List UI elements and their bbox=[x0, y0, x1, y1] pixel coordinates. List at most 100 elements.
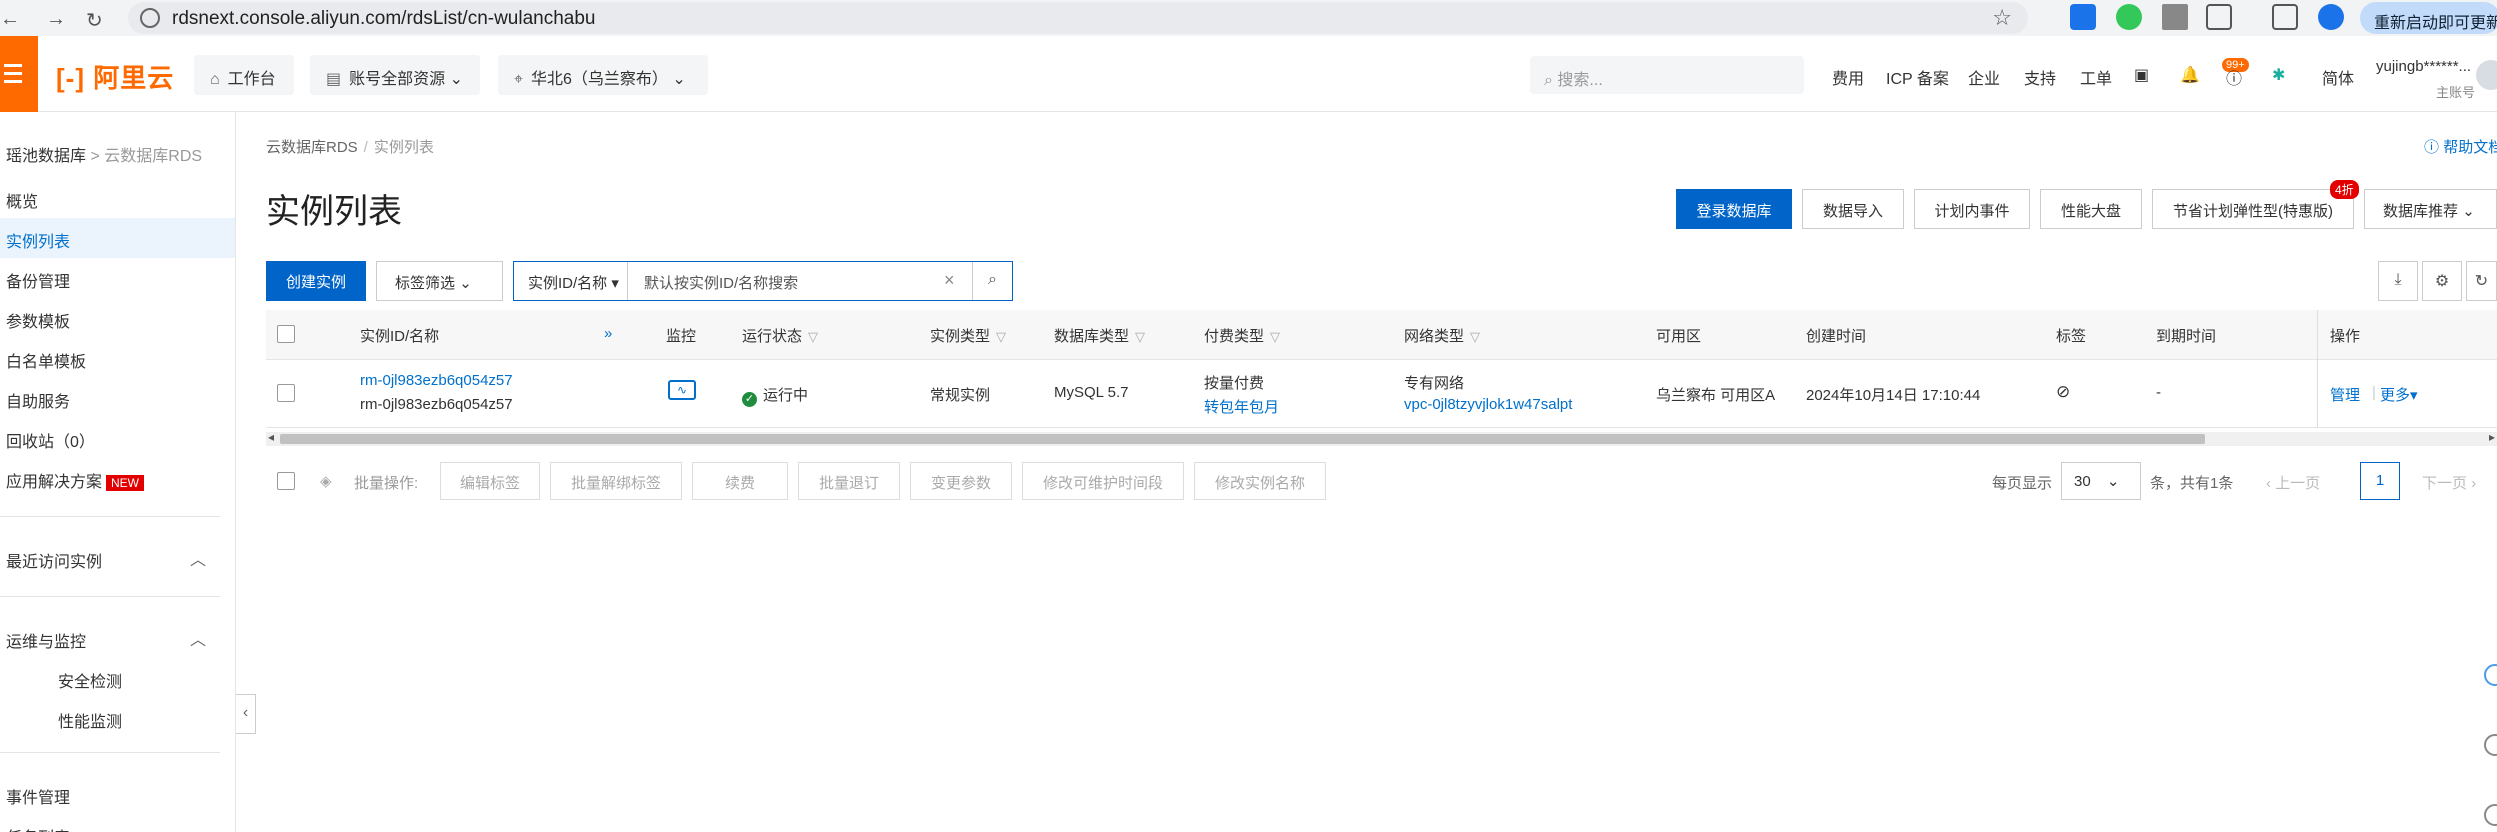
global-search-input[interactable]: ⌕ 搜索... bbox=[1530, 56, 1804, 94]
db-recommend-button[interactable]: 数据库推荐 ⌄ bbox=[2364, 189, 2497, 229]
batch-maint-window-button[interactable]: 修改可维护时间段 bbox=[1022, 462, 1184, 500]
batch-renew-button[interactable]: 续费 bbox=[692, 462, 788, 500]
sidebar-collapse-button[interactable]: ‹ bbox=[236, 694, 256, 734]
download-ext-icon[interactable] bbox=[2070, 4, 2096, 30]
address-bar[interactable]: rdsnext.console.aliyun.com/rdsList/cn-wu… bbox=[128, 2, 2028, 34]
scroll-right-icon[interactable]: ▸ bbox=[2489, 430, 2495, 444]
extension-icon[interactable] bbox=[2116, 4, 2142, 30]
download-icon[interactable]: ⤓ bbox=[2378, 261, 2418, 301]
sidebar-item-backup[interactable]: 备份管理 bbox=[6, 268, 70, 292]
workbench-button[interactable]: ⌂ 工作台 bbox=[194, 55, 294, 95]
batch-select-checkbox[interactable] bbox=[277, 472, 295, 490]
assistant-icon[interactable]: ✱ bbox=[2272, 65, 2285, 85]
tag-filter-select[interactable]: 标签筛选 ⌄ bbox=[376, 261, 503, 301]
cart-float-icon[interactable] bbox=[2484, 804, 2497, 826]
search-field-select[interactable]: 实例ID/名称 ▾ bbox=[514, 262, 628, 300]
browser-update-button[interactable]: 重新启动即可更新 bbox=[2360, 2, 2497, 34]
assistant-float-icon[interactable] bbox=[2484, 664, 2497, 686]
extension-v-icon[interactable] bbox=[2162, 4, 2188, 30]
data-import-button[interactable]: 数据导入 bbox=[1802, 189, 1904, 229]
back-icon[interactable]: ← bbox=[0, 8, 20, 31]
next-page-button[interactable]: 下一页 › bbox=[2422, 472, 2476, 493]
batch-change-params-button[interactable]: 变更参数 bbox=[910, 462, 1012, 500]
refresh-icon[interactable]: ↻ bbox=[2466, 261, 2497, 301]
col-network[interactable]: 网络类型 ▽ bbox=[1404, 325, 1480, 346]
col-status[interactable]: 运行状态 ▽ bbox=[742, 325, 818, 346]
sidebar-item-tasks[interactable]: 任务列表 bbox=[6, 824, 70, 832]
filter-icon[interactable]: ▽ bbox=[1135, 329, 1145, 344]
search-button[interactable]: ⌕ bbox=[972, 262, 1012, 300]
savings-plan-button[interactable]: 节省计划弹性型(特惠版) bbox=[2152, 189, 2354, 229]
filter-icon[interactable]: ▽ bbox=[808, 329, 818, 344]
sidebar-item-security-check[interactable]: 安全检测 bbox=[58, 668, 122, 692]
expand-columns-icon[interactable]: » bbox=[604, 325, 612, 342]
create-instance-button[interactable]: 创建实例 bbox=[266, 261, 366, 301]
clear-icon[interactable]: × bbox=[944, 270, 955, 291]
more-actions-link[interactable]: 更多▾ bbox=[2380, 384, 2418, 405]
per-page-select[interactable]: 30 ⌄ bbox=[2061, 462, 2141, 500]
sidebar-item-recycle-bin[interactable]: 回收站（0） bbox=[6, 428, 95, 452]
filter-icon[interactable]: ▽ bbox=[1270, 329, 1280, 344]
row-checkbox[interactable] bbox=[277, 384, 295, 402]
topnav-link-support[interactable]: 支持 bbox=[2024, 65, 2056, 89]
sidebar-item-whitelist-templates[interactable]: 白名单模板 bbox=[6, 348, 86, 372]
batch-unbind-tags-button[interactable]: 批量解绑标签 bbox=[550, 462, 682, 500]
profile-icon[interactable] bbox=[2318, 4, 2344, 30]
vpc-link[interactable]: vpc-0jl8tzyvjlok1w47salpt bbox=[1404, 396, 1572, 413]
chevron-up-icon[interactable]: ︿ bbox=[190, 626, 206, 650]
help-icon[interactable]: ⓘ bbox=[2226, 65, 2242, 89]
col-db-type[interactable]: 数据库类型 ▽ bbox=[1054, 325, 1145, 346]
topnav-link-enterprise[interactable]: 企业 bbox=[1968, 65, 2000, 89]
batch-edit-tags-button[interactable]: 编辑标签 bbox=[440, 462, 540, 500]
convert-subscription-link[interactable]: 转包年包月 bbox=[1204, 396, 1279, 417]
extensions-puzzle-icon[interactable] bbox=[2206, 4, 2232, 30]
aliyun-logo[interactable]: [-] 阿里云 bbox=[56, 58, 174, 95]
login-db-button[interactable]: 登录数据库 bbox=[1676, 189, 1792, 229]
tag-icon[interactable]: ⊘ bbox=[2056, 382, 2070, 402]
downloads-icon[interactable] bbox=[2272, 4, 2298, 30]
prev-page-button[interactable]: ‹ 上一页 bbox=[2266, 472, 2320, 493]
topnav-link-ticket[interactable]: 工单 bbox=[2080, 65, 2112, 89]
scroll-left-icon[interactable]: ◂ bbox=[268, 430, 274, 444]
filter-icon[interactable]: ▽ bbox=[996, 329, 1006, 344]
gear-icon[interactable]: ⚙ bbox=[2422, 261, 2462, 301]
page-1-button[interactable]: 1 bbox=[2360, 462, 2400, 500]
menu-icon[interactable] bbox=[0, 36, 38, 112]
bell-icon[interactable]: 🔔 bbox=[2180, 65, 2200, 85]
planned-events-button[interactable]: 计划内事件 bbox=[1914, 189, 2030, 229]
chevron-up-icon[interactable]: ︿ bbox=[190, 546, 206, 570]
user-name[interactable]: yujingb******... bbox=[2376, 58, 2471, 75]
topnav-link-fees[interactable]: 费用 bbox=[1832, 65, 1864, 89]
terminal-icon[interactable]: ▣ bbox=[2134, 65, 2149, 85]
sidebar-item-param-templates[interactable]: 参数模板 bbox=[6, 308, 70, 332]
sidebar-section-recent[interactable]: 最近访问实例 bbox=[6, 548, 102, 572]
topnav-link-icp[interactable]: ICP 备案 bbox=[1886, 65, 1949, 89]
sidebar-item-overview[interactable]: 概览 bbox=[6, 188, 38, 212]
instance-search-input[interactable]: 默认按实例ID/名称搜索 bbox=[644, 272, 798, 293]
feedback-float-icon[interactable] bbox=[2484, 734, 2497, 756]
manage-link[interactable]: 管理 bbox=[2330, 384, 2360, 405]
site-info-icon[interactable] bbox=[140, 8, 160, 28]
col-instance-type[interactable]: 实例类型 ▽ bbox=[930, 325, 1006, 346]
bookmark-star-icon[interactable]: ☆ bbox=[1992, 5, 2012, 31]
sidebar-item-instance-list[interactable]: 实例列表 bbox=[0, 218, 235, 258]
sidebar-section-ops[interactable]: 运维与监控 bbox=[6, 628, 86, 652]
sidebar-item-self-service[interactable]: 自助服务 bbox=[6, 388, 70, 412]
batch-unsubscribe-button[interactable]: 批量退订 bbox=[798, 462, 900, 500]
filter-icon[interactable]: ▽ bbox=[1470, 329, 1480, 344]
monitor-chart-icon[interactable]: ∿ bbox=[668, 380, 696, 400]
reload-icon[interactable]: ↻ bbox=[86, 8, 103, 33]
sidebar-item-performance[interactable]: 性能监测 bbox=[58, 708, 122, 732]
scrollbar-thumb[interactable] bbox=[280, 434, 2205, 444]
sidebar-item-solutions[interactable]: 应用解决方案 NEW bbox=[6, 468, 145, 492]
account-resources-select[interactable]: ▤ 账号全部资源 ⌄ bbox=[310, 55, 480, 95]
breadcrumb-rds[interactable]: 云数据库RDS bbox=[266, 139, 358, 156]
horizontal-scrollbar[interactable]: ◂ ▸ bbox=[266, 430, 2497, 446]
batch-rename-button[interactable]: 修改实例名称 bbox=[1194, 462, 1326, 500]
sidebar-item-events[interactable]: 事件管理 bbox=[6, 784, 70, 808]
help-docs-link[interactable]: ⓘ 帮助文档 bbox=[2424, 136, 2497, 157]
language-switch[interactable]: 简体 bbox=[2322, 65, 2354, 89]
col-payment[interactable]: 付费类型 ▽ bbox=[1204, 325, 1280, 346]
instance-id-link[interactable]: rm-0jl983ezb6q054z57 bbox=[360, 372, 513, 389]
region-select[interactable]: ⌖ 华北6（乌兰察布） ⌄ bbox=[498, 55, 708, 95]
